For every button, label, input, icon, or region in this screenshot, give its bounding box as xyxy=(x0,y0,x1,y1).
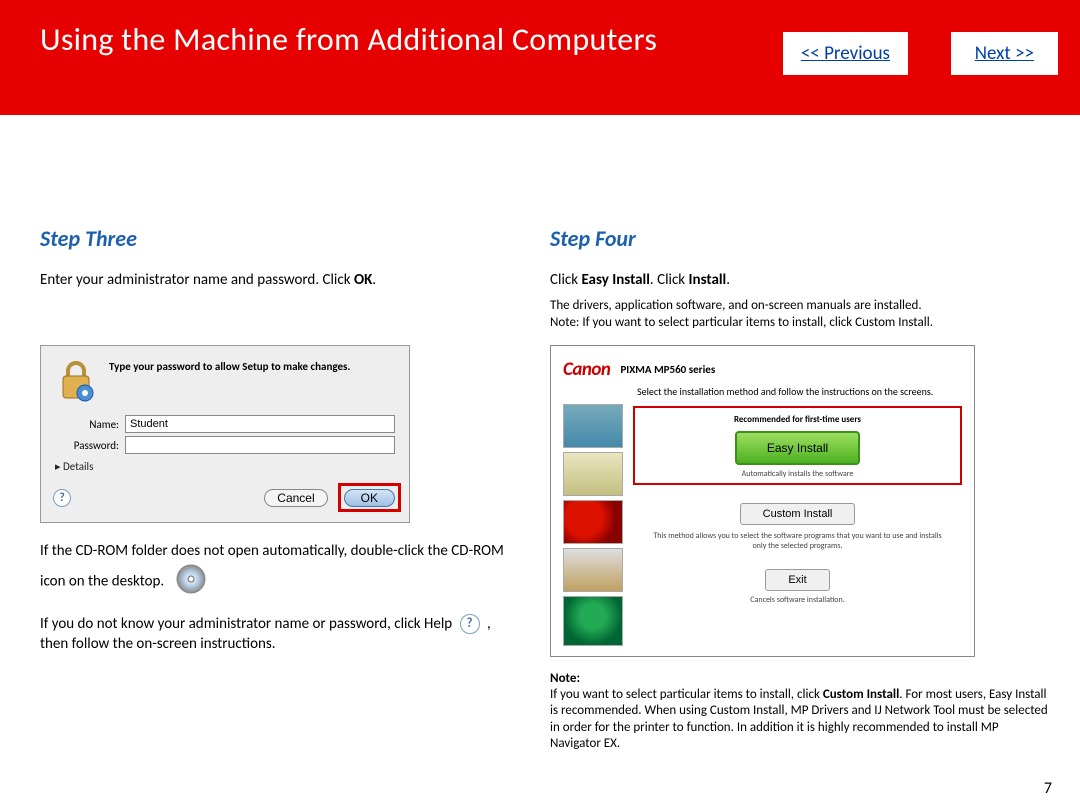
step-four-instruction: Click Easy Install. Click Install. xyxy=(550,270,1050,290)
custom-install-button[interactable]: Custom Install xyxy=(740,503,856,525)
cdrom-note: If the CD-ROM folder does not open autom… xyxy=(40,541,515,602)
ok-highlight: OK xyxy=(338,483,401,512)
thumb-photo xyxy=(563,548,623,592)
recommended-label: Recommended for first-time users xyxy=(643,414,952,425)
installer-dialog: Canon PIXMA MP560 series Select the inst… xyxy=(550,345,975,657)
exit-button[interactable]: Exit xyxy=(765,569,829,591)
auth-message: Type your password to allow Setup to mak… xyxy=(109,358,350,404)
step-four-column: Step Four Click Easy Install. Click Inst… xyxy=(540,155,1080,752)
step-three-column: Step Three Enter your administrator name… xyxy=(0,155,540,752)
help-note: If you do not know your administrator na… xyxy=(40,614,515,655)
header-bar: Using the Machine from Additional Comput… xyxy=(0,0,1080,115)
step-three-instruction: Enter your administrator name and passwo… xyxy=(40,270,515,290)
note-label: Note: xyxy=(550,671,1050,687)
step-four-note-inline: Note: If you want to select particular i… xyxy=(550,315,1050,331)
thumb-photo xyxy=(563,404,623,448)
step-four-desc: The drivers, application software, and o… xyxy=(550,298,1050,314)
ok-button[interactable]: OK xyxy=(344,489,395,507)
installer-subtitle: Select the installation method and follo… xyxy=(637,385,962,398)
password-label: Password: xyxy=(55,439,119,452)
name-label: Name: xyxy=(55,418,119,431)
page-number: 7 xyxy=(1044,779,1052,798)
canon-logo: Canon xyxy=(563,358,610,381)
thumb-photo xyxy=(563,500,623,544)
easy-install-highlight: Recommended for first-time users Easy In… xyxy=(633,406,962,485)
name-input[interactable] xyxy=(125,415,395,433)
auth-dialog: Type your password to allow Setup to mak… xyxy=(40,345,410,523)
step-three-title: Step Three xyxy=(40,225,515,252)
previous-link[interactable]: << Previous xyxy=(783,32,908,75)
thumb-photo xyxy=(563,452,623,496)
printer-model: PIXMA MP560 series xyxy=(620,363,715,376)
exit-note: Cancels software installation. xyxy=(633,595,962,605)
step-four-title: Step Four xyxy=(550,225,1050,252)
help-icon[interactable]: ? xyxy=(53,489,71,507)
thumb-photo xyxy=(563,596,623,646)
easy-install-button[interactable]: Easy Install xyxy=(735,431,860,465)
custom-install-note: This method allows you to select the sof… xyxy=(647,531,948,551)
next-link[interactable]: Next >> xyxy=(951,32,1058,75)
content-area: Step Three Enter your administrator name… xyxy=(0,115,1080,752)
thumbnail-strip xyxy=(563,404,623,646)
details-disclosure[interactable]: Details xyxy=(55,460,409,473)
lock-icon xyxy=(55,358,97,404)
password-input[interactable] xyxy=(125,436,395,454)
cdrom-icon xyxy=(174,562,208,602)
help-icon-inline: ? xyxy=(460,614,480,634)
cancel-button[interactable]: Cancel xyxy=(264,489,327,507)
note-body: If you want to select particular items t… xyxy=(550,687,1050,752)
easy-install-note: Automatically installs the software xyxy=(643,469,952,479)
